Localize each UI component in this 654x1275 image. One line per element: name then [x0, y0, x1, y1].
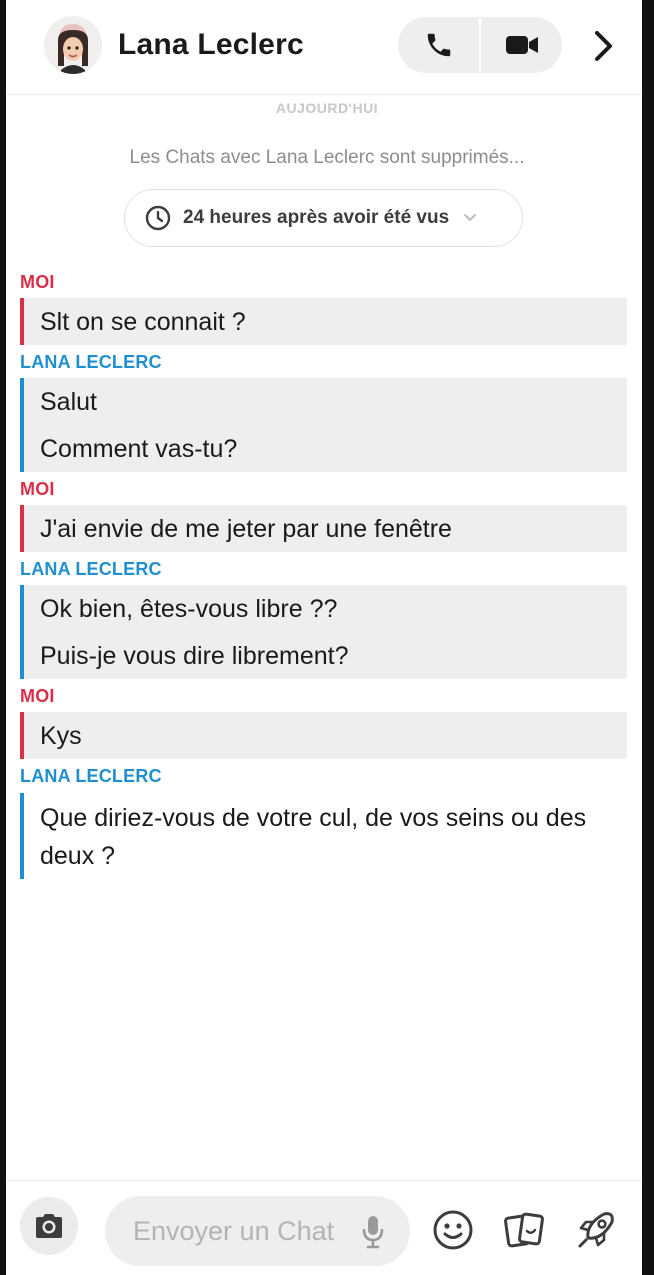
message-text: Kys [40, 722, 82, 750]
sender-bar [20, 378, 24, 472]
message-bubble[interactable]: Kys [20, 712, 627, 759]
chevron-down-icon [464, 214, 477, 222]
timer-label: 24 heures après avoir été vus [183, 207, 450, 228]
message-text: Puis-je vous dire librement? [40, 642, 349, 670]
message-text: Que diriez-vous de votre cul, de vos sei… [40, 804, 587, 870]
message-text: Slt on se connait ? [40, 308, 246, 336]
message-bubble[interactable]: Que diriez-vous de votre cul, de vos sei… [20, 793, 627, 879]
chevron-right-icon [595, 31, 612, 61]
chat-header: Lana Leclerc [6, 0, 642, 95]
call-actions [398, 17, 562, 73]
message-text: J'ai envie de me jeter par une fenêtre [40, 515, 452, 543]
message-bubble[interactable]: J'ai envie de me jeter par une fenêtre [20, 505, 627, 552]
stickers-button[interactable] [502, 1207, 548, 1253]
sender-bar [20, 585, 24, 679]
sender-bar [20, 298, 24, 345]
delete-notice: Les Chats avec Lana Leclerc sont supprim… [129, 147, 525, 168]
games-button[interactable] [573, 1207, 619, 1253]
sender-label: MOI [20, 479, 55, 499]
message-text: Comment vas-tu? [40, 435, 238, 463]
sender-bar [20, 793, 24, 879]
bitmoji-avatar-icon [58, 24, 88, 74]
camera-icon [36, 1214, 62, 1238]
message-bubble[interactable]: Salut Comment vas-tu? [20, 378, 627, 472]
contact-name[interactable]: Lana Leclerc [118, 28, 304, 62]
message-text: Ok bien, êtes-vous libre ?? [40, 595, 338, 623]
sender-label: LANA LECLERC [20, 559, 162, 579]
microphone-icon [362, 1216, 384, 1249]
message-text: Salut [40, 388, 97, 416]
message-bubble[interactable]: Slt on se connait ? [20, 298, 627, 345]
voice-call-button[interactable] [398, 17, 479, 73]
device-frame-left [0, 0, 6, 1275]
contact-avatar[interactable] [44, 16, 102, 74]
video-call-button[interactable] [479, 17, 562, 73]
voice-note-button[interactable] [358, 1214, 388, 1250]
message-timer-selector[interactable]: 24 heures après avoir été vus [124, 189, 523, 247]
sender-bar [20, 712, 24, 759]
sender-bar [20, 505, 24, 552]
phone-icon [427, 33, 450, 57]
date-separator: AUJOURD'HUI [275, 100, 379, 116]
sender-label: LANA LECLERC [20, 352, 162, 372]
smiley-icon [433, 1210, 473, 1250]
rocket-icon [578, 1212, 614, 1248]
sender-label: MOI [20, 272, 55, 292]
sticker-cards-icon [504, 1212, 544, 1248]
emoji-button[interactable] [430, 1207, 476, 1253]
sender-label: LANA LECLERC [20, 766, 162, 786]
device-frame-right [642, 0, 654, 1275]
open-profile-button[interactable] [584, 24, 624, 68]
camera-button[interactable] [20, 1197, 78, 1255]
composer-bar [6, 1180, 642, 1275]
video-camera-icon [505, 36, 538, 54]
sender-label: MOI [20, 686, 55, 706]
clock-icon [145, 205, 171, 231]
message-bubble[interactable]: Ok bien, êtes-vous libre ?? Puis-je vous… [20, 585, 627, 679]
